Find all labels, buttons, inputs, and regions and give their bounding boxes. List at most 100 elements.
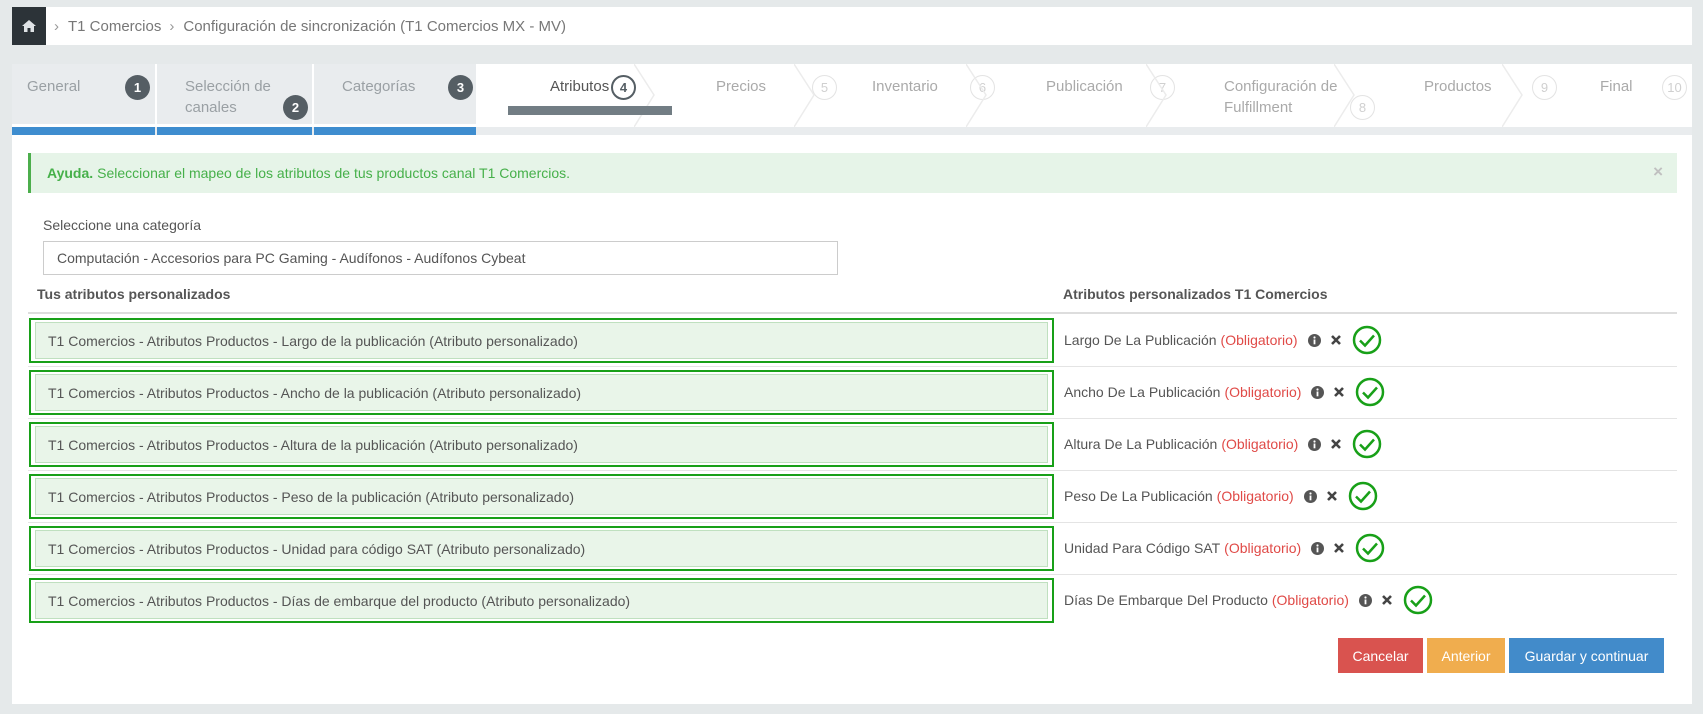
custom-attribute-select[interactable]: T1 Comercios - Atributos Productos - Día…	[29, 578, 1054, 623]
step-canales[interactable]: Selección de canales 2	[157, 64, 312, 124]
step-separator	[966, 64, 987, 127]
step-separator	[1334, 64, 1355, 127]
check-circle-icon	[1348, 481, 1377, 511]
remove-icon[interactable]	[1330, 438, 1342, 450]
custom-attribute-select[interactable]: T1 Comercios - Atributos Productos - Alt…	[29, 422, 1054, 467]
attribute-row: T1 Comercios - Atributos Productos - Alt…	[28, 418, 1677, 471]
custom-attribute-value: T1 Comercios - Atributos Productos - Anc…	[35, 374, 1048, 411]
progress-bar-segment	[157, 127, 312, 135]
info-icon[interactable]	[1307, 333, 1321, 347]
custom-attribute-select[interactable]: T1 Comercios - Atributos Productos - Anc…	[29, 370, 1054, 415]
category-select[interactable]: Computación - Accesorios para PC Gaming …	[43, 241, 838, 275]
wizard-card: General 1 Selección de canales 2 Categor…	[12, 64, 1692, 704]
step-general[interactable]: General 1	[12, 64, 155, 124]
home-button[interactable]	[12, 7, 46, 45]
step-separator	[794, 64, 815, 127]
info-icon[interactable]	[1303, 489, 1317, 503]
wizard-steps: General 1 Selección de canales 2 Categor…	[12, 64, 1692, 136]
close-icon[interactable]: ×	[1653, 162, 1663, 182]
step-number: 4	[611, 75, 636, 100]
breadcrumb: › T1 Comercios › Configuración de sincro…	[12, 7, 1692, 45]
channel-attribute: Unidad Para Código SAT (Obligatorio)	[1064, 522, 1385, 574]
step-label: Inventario	[872, 78, 938, 95]
step-number: 10	[1662, 75, 1687, 100]
step-inventario[interactable]: Inventario 6	[804, 64, 995, 124]
category-label: Seleccione una categoría	[43, 217, 201, 233]
attribute-row: T1 Comercios - Atributos Productos - Uni…	[28, 522, 1677, 575]
attribute-row: T1 Comercios - Atributos Productos - Día…	[28, 574, 1677, 626]
step-separator	[1502, 64, 1523, 127]
progress-bar-segment	[12, 127, 155, 135]
check-circle-icon	[1355, 533, 1385, 563]
remove-icon[interactable]	[1381, 594, 1393, 606]
channel-attributes-header: Atributos personalizados T1 Comercios	[1063, 286, 1328, 302]
channel-attribute: Días De Embarque Del Producto (Obligator…	[1064, 574, 1433, 626]
channel-attribute-name: Días De Embarque Del Producto	[1064, 592, 1268, 608]
previous-button[interactable]: Anterior	[1427, 638, 1505, 673]
progress-bar-segment	[314, 127, 476, 135]
active-step-indicator	[508, 106, 672, 115]
channel-attribute: Peso De La Publicación (Obligatorio)	[1064, 470, 1378, 522]
step-categorias[interactable]: Categorías 3	[314, 64, 476, 124]
remove-icon[interactable]	[1333, 386, 1345, 398]
required-label: (Obligatorio)	[1224, 540, 1302, 556]
check-circle-icon	[1352, 325, 1381, 355]
step-publicacion[interactable]: Publicación 7	[976, 64, 1175, 124]
channel-attribute-name: Largo De La Publicación	[1064, 332, 1217, 348]
cancel-button[interactable]: Cancelar	[1338, 638, 1423, 673]
info-icon[interactable]	[1308, 437, 1322, 451]
alert-text: Seleccionar el mapeo de los atributos de…	[97, 165, 571, 181]
custom-attribute-select[interactable]: T1 Comercios - Atributos Productos - Pes…	[29, 474, 1054, 519]
step-label: Selección de canales	[185, 78, 271, 116]
required-label: (Obligatorio)	[1224, 384, 1302, 400]
breadcrumb-item[interactable]: T1 Comercios	[68, 18, 161, 35]
step-precios[interactable]: Precios 5	[646, 64, 837, 124]
remove-icon[interactable]	[1330, 334, 1342, 346]
alert-title: Ayuda.	[47, 165, 94, 181]
check-circle-icon	[1353, 429, 1382, 459]
channel-attribute: Altura De La Publicación (Obligatorio)	[1064, 418, 1382, 470]
channel-attribute-name: Ancho De La Publicación	[1064, 384, 1221, 400]
step-number: 1	[125, 75, 150, 100]
channel-attribute: Largo De La Publicación (Obligatorio)	[1064, 314, 1382, 366]
step-fulfillment[interactable]: Configuración de Fulfillment 8	[1152, 64, 1375, 124]
channel-attribute-name: Peso De La Publicación	[1064, 488, 1213, 504]
step-separator	[1146, 64, 1167, 127]
step-number: 3	[448, 75, 473, 100]
info-icon[interactable]	[1358, 593, 1372, 607]
breadcrumb-item-current: Configuración de sincronización (T1 Come…	[183, 17, 566, 35]
step-final[interactable]: Final 10	[1524, 64, 1692, 124]
check-circle-icon	[1403, 585, 1433, 615]
help-alert: Ayuda. Seleccionar el mapeo de los atrib…	[28, 153, 1677, 193]
custom-attribute-value: T1 Comercios - Atributos Productos - Día…	[35, 582, 1048, 619]
step-separator	[634, 64, 655, 127]
chevron-right-icon: ›	[169, 17, 175, 35]
step-label: Publicación	[1046, 78, 1123, 95]
channel-attribute-name: Altura De La Publicación	[1064, 436, 1218, 452]
info-icon[interactable]	[1311, 385, 1325, 399]
custom-attribute-value: T1 Comercios - Atributos Productos - Alt…	[35, 426, 1048, 463]
remove-icon[interactable]	[1333, 542, 1345, 554]
chevron-right-icon: ›	[54, 17, 59, 35]
attribute-row: T1 Comercios - Atributos Productos - Anc…	[28, 366, 1677, 419]
remove-icon[interactable]	[1326, 490, 1338, 502]
step-productos[interactable]: Productos 9	[1352, 64, 1557, 124]
required-label: (Obligatorio)	[1220, 332, 1298, 348]
custom-attribute-select[interactable]: T1 Comercios - Atributos Productos - Uni…	[29, 526, 1054, 571]
step-atributos[interactable]: Atributos 4	[478, 64, 636, 124]
custom-attribute-value: T1 Comercios - Atributos Productos - Uni…	[35, 530, 1048, 567]
channel-attribute-name: Unidad Para Código SAT	[1064, 540, 1221, 556]
step-label: Precios	[716, 78, 767, 95]
check-circle-icon	[1356, 377, 1385, 407]
info-icon[interactable]	[1311, 541, 1325, 555]
home-icon	[22, 20, 36, 32]
custom-attribute-value: T1 Comercios - Atributos Productos - Pes…	[35, 478, 1048, 515]
custom-attribute-value: T1 Comercios - Atributos Productos - Lar…	[35, 322, 1048, 359]
required-label: (Obligatorio)	[1221, 436, 1299, 452]
custom-attribute-select[interactable]: T1 Comercios - Atributos Productos - Lar…	[29, 318, 1054, 363]
channel-attribute: Ancho De La Publicación (Obligatorio)	[1064, 366, 1385, 418]
attribute-row: T1 Comercios - Atributos Productos - Pes…	[28, 470, 1677, 523]
step-number: 2	[283, 95, 308, 120]
save-continue-button[interactable]: Guardar y continuar	[1509, 638, 1664, 673]
required-label: (Obligatorio)	[1216, 488, 1294, 504]
